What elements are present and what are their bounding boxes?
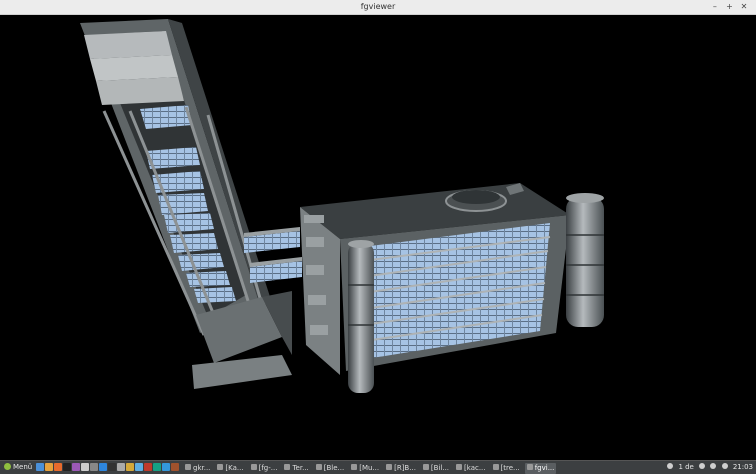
files-icon[interactable] [45,463,53,471]
system-tray: 1 de 21:03 [664,461,753,474]
shell-icon[interactable] [108,463,116,471]
app-icon [315,464,322,470]
app-icon [422,464,429,470]
info-icon[interactable] [667,463,674,469]
taskbar-task[interactable]: [kac... [454,463,487,474]
taskbar-task[interactable]: [Mu... [349,463,381,474]
wifi-icon[interactable] [710,463,717,469]
task-label: [tre... [500,464,520,472]
start-menu-button[interactable]: Menü [1,461,35,474]
settings-icon[interactable] [90,463,98,471]
taskbar: Menü gkr... [Ka... [fg-... Ter... [Ble... [Mu… [0,460,756,474]
start-menu-label: Menü [13,463,33,471]
folder-icon[interactable] [126,463,134,471]
volume-icon[interactable] [721,463,728,469]
task-label: [Ka... [225,464,244,472]
app-icon [526,464,533,470]
app-icon [250,464,257,470]
task-label: [R]B... [394,464,416,472]
archive-icon[interactable] [171,463,179,471]
task-label: [Mu... [359,464,380,472]
terminal-icon[interactable] [63,463,71,471]
task-label: [Bil... [430,464,450,472]
window-title: fgviewer [360,2,396,11]
app-icon [492,464,499,470]
window-controls: – + ✕ [709,0,750,14]
show-desktop-icon[interactable] [36,463,44,471]
task-label: fgvi... [534,464,555,472]
taskbar-task[interactable]: [Bil... [421,463,451,474]
task-label: Ter... [292,464,309,472]
taskbar-task[interactable]: Ter... [282,463,310,474]
office-block [300,183,604,393]
network-icon[interactable] [153,463,161,471]
firefox-icon[interactable] [54,463,62,471]
bluetooth-icon[interactable] [699,463,706,469]
taskbar-task[interactable]: [tre... [491,463,522,474]
browser-icon[interactable] [99,463,107,471]
task-label: [kac... [464,464,486,472]
window-titlebar[interactable]: fgviewer – + ✕ [0,0,756,15]
app-icon [217,464,224,470]
workspace-indicator[interactable]: 1 de [678,463,693,471]
app-icon[interactable] [144,463,152,471]
maximize-button[interactable]: + [723,0,735,14]
app-icon [456,464,463,470]
app-icon [351,464,358,470]
taskbar-task[interactable]: [Ka... [215,463,245,474]
image-icon[interactable] [72,463,80,471]
mint-logo-icon [4,463,11,470]
building-model-render [80,19,604,393]
globe-icon[interactable] [162,463,170,471]
taskbar-task[interactable]: gkr... [183,463,212,474]
app-icon [284,464,291,470]
quick-launch [36,463,180,472]
minimize-button[interactable]: – [709,0,721,14]
taskbar-task[interactable]: [R]B... [384,463,418,474]
taskbar-task[interactable]: fgvi... [524,463,557,474]
tower [80,19,292,389]
3d-viewport[interactable] [0,15,756,460]
task-label: gkr... [193,464,211,472]
task-label: [fg-... [258,464,278,472]
taskbar-task[interactable]: [Ble... [314,463,346,474]
close-button[interactable]: ✕ [738,0,750,14]
calculator-icon[interactable] [117,463,125,471]
app-icon [185,464,191,470]
app-icon [386,464,393,470]
editor-icon[interactable] [81,463,89,471]
image-viewer-icon[interactable] [135,463,143,471]
taskbar-task[interactable]: [fg-... [249,463,280,474]
task-list: gkr... [Ka... [fg-... Ter... [Ble... [Mu... [R… [183,462,559,474]
task-label: [Ble... [323,464,345,472]
clock[interactable]: 21:03 [733,463,753,471]
